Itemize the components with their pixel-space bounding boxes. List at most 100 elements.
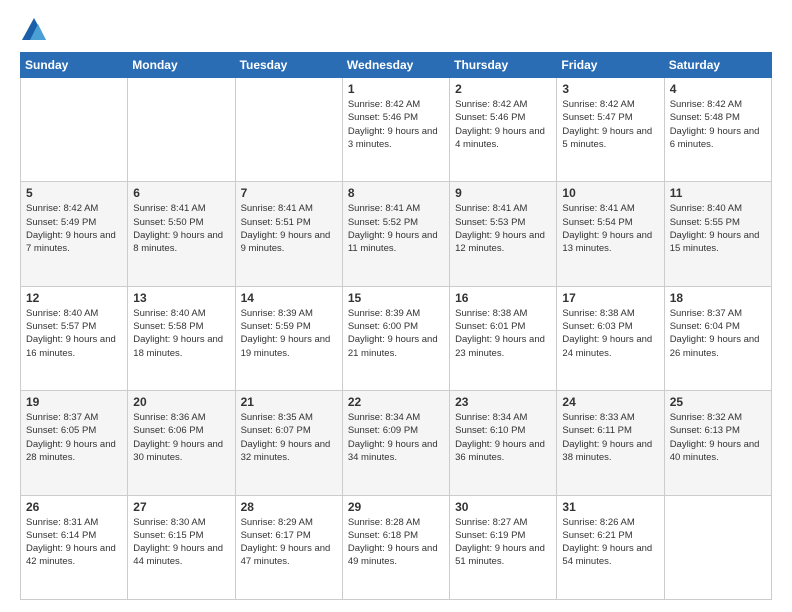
calendar-cell: 20 Sunrise: 8:36 AM Sunset: 6:06 PM Dayli… bbox=[128, 391, 235, 495]
day-number: 11 bbox=[670, 186, 766, 200]
cell-content: Sunrise: 8:41 AM Sunset: 5:50 PM Dayligh… bbox=[133, 202, 229, 255]
calendar-cell: 12 Sunrise: 8:40 AM Sunset: 5:57 PM Dayli… bbox=[21, 286, 128, 390]
cell-content: Sunrise: 8:41 AM Sunset: 5:53 PM Dayligh… bbox=[455, 202, 551, 255]
day-number: 5 bbox=[26, 186, 122, 200]
calendar-cell: 19 Sunrise: 8:37 AM Sunset: 6:05 PM Dayli… bbox=[21, 391, 128, 495]
cell-content: Sunrise: 8:30 AM Sunset: 6:15 PM Dayligh… bbox=[133, 516, 229, 569]
cell-content: Sunrise: 8:41 AM Sunset: 5:54 PM Dayligh… bbox=[562, 202, 658, 255]
day-number: 10 bbox=[562, 186, 658, 200]
calendar-cell: 28 Sunrise: 8:29 AM Sunset: 6:17 PM Dayli… bbox=[235, 495, 342, 599]
calendar-cell: 13 Sunrise: 8:40 AM Sunset: 5:58 PM Dayli… bbox=[128, 286, 235, 390]
cell-content: Sunrise: 8:28 AM Sunset: 6:18 PM Dayligh… bbox=[348, 516, 444, 569]
day-number: 16 bbox=[455, 291, 551, 305]
cell-content: Sunrise: 8:37 AM Sunset: 6:04 PM Dayligh… bbox=[670, 307, 766, 360]
day-number: 6 bbox=[133, 186, 229, 200]
logo-icon bbox=[20, 16, 48, 44]
calendar-week-row: 12 Sunrise: 8:40 AM Sunset: 5:57 PM Dayli… bbox=[21, 286, 772, 390]
cell-content: Sunrise: 8:41 AM Sunset: 5:51 PM Dayligh… bbox=[241, 202, 337, 255]
weekday-header-cell: Saturday bbox=[664, 53, 771, 78]
weekday-header-cell: Wednesday bbox=[342, 53, 449, 78]
day-number: 18 bbox=[670, 291, 766, 305]
cell-content: Sunrise: 8:40 AM Sunset: 5:58 PM Dayligh… bbox=[133, 307, 229, 360]
day-number: 12 bbox=[26, 291, 122, 305]
day-number: 31 bbox=[562, 500, 658, 514]
calendar-cell: 23Sunrise: 8:34 AM Sunset: 6:10 PM Dayli… bbox=[450, 391, 557, 495]
header bbox=[20, 16, 772, 44]
weekday-header-cell: Thursday bbox=[450, 53, 557, 78]
calendar-cell: 1 Sunrise: 8:42 AM Sunset: 5:46 PM Daylig… bbox=[342, 78, 449, 182]
day-number: 15 bbox=[348, 291, 444, 305]
cell-content: Sunrise: 8:33 AM Sunset: 6:11 PM Dayligh… bbox=[562, 411, 658, 464]
cell-content: Sunrise: 8:40 AM Sunset: 5:55 PM Dayligh… bbox=[670, 202, 766, 255]
day-number: 21 bbox=[241, 395, 337, 409]
day-number: 9 bbox=[455, 186, 551, 200]
day-number: 24 bbox=[562, 395, 658, 409]
day-number: 28 bbox=[241, 500, 337, 514]
calendar-cell: 10 Sunrise: 8:41 AM Sunset: 5:54 PM Dayli… bbox=[557, 182, 664, 286]
weekday-header-cell: Friday bbox=[557, 53, 664, 78]
calendar-cell: 25 Sunrise: 8:32 AM Sunset: 6:13 PM Dayli… bbox=[664, 391, 771, 495]
calendar-page: SundayMondayTuesdayWednesdayThursdayFrid… bbox=[0, 0, 792, 612]
calendar-cell: 9 Sunrise: 8:41 AM Sunset: 5:53 PM Daylig… bbox=[450, 182, 557, 286]
weekday-header-row: SundayMondayTuesdayWednesdayThursdayFrid… bbox=[21, 53, 772, 78]
day-number: 26 bbox=[26, 500, 122, 514]
logo bbox=[20, 16, 52, 44]
day-number: 1 bbox=[348, 82, 444, 96]
calendar-cell: 29Sunrise: 8:28 AM Sunset: 6:18 PM Dayli… bbox=[342, 495, 449, 599]
calendar-week-row: 5 Sunrise: 8:42 AM Sunset: 5:49 PM Daylig… bbox=[21, 182, 772, 286]
cell-content: Sunrise: 8:31 AM Sunset: 6:14 PM Dayligh… bbox=[26, 516, 122, 569]
weekday-header-cell: Sunday bbox=[21, 53, 128, 78]
calendar-cell: 30 Sunrise: 8:27 AM Sunset: 6:19 PM Dayli… bbox=[450, 495, 557, 599]
weekday-header-cell: Tuesday bbox=[235, 53, 342, 78]
day-number: 25 bbox=[670, 395, 766, 409]
calendar-cell: 11 Sunrise: 8:40 AM Sunset: 5:55 PM Dayli… bbox=[664, 182, 771, 286]
day-number: 17 bbox=[562, 291, 658, 305]
cell-content: Sunrise: 8:39 AM Sunset: 6:00 PM Dayligh… bbox=[348, 307, 444, 360]
cell-content: Sunrise: 8:29 AM Sunset: 6:17 PM Dayligh… bbox=[241, 516, 337, 569]
calendar-cell: 8 Sunrise: 8:41 AM Sunset: 5:52 PM Daylig… bbox=[342, 182, 449, 286]
cell-content: Sunrise: 8:42 AM Sunset: 5:49 PM Dayligh… bbox=[26, 202, 122, 255]
day-number: 14 bbox=[241, 291, 337, 305]
weekday-header-cell: Monday bbox=[128, 53, 235, 78]
day-number: 8 bbox=[348, 186, 444, 200]
cell-content: Sunrise: 8:40 AM Sunset: 5:57 PM Dayligh… bbox=[26, 307, 122, 360]
day-number: 30 bbox=[455, 500, 551, 514]
calendar-cell: 3Sunrise: 8:42 AM Sunset: 5:47 PM Daylig… bbox=[557, 78, 664, 182]
day-number: 13 bbox=[133, 291, 229, 305]
calendar-cell: 14 Sunrise: 8:39 AM Sunset: 5:59 PM Dayli… bbox=[235, 286, 342, 390]
cell-content: Sunrise: 8:27 AM Sunset: 6:19 PM Dayligh… bbox=[455, 516, 551, 569]
day-number: 27 bbox=[133, 500, 229, 514]
cell-content: Sunrise: 8:36 AM Sunset: 6:06 PM Dayligh… bbox=[133, 411, 229, 464]
calendar-cell: 17 Sunrise: 8:38 AM Sunset: 6:03 PM Dayli… bbox=[557, 286, 664, 390]
calendar-cell: 31Sunrise: 8:26 AM Sunset: 6:21 PM Dayli… bbox=[557, 495, 664, 599]
cell-content: Sunrise: 8:42 AM Sunset: 5:46 PM Dayligh… bbox=[348, 98, 444, 151]
day-number: 19 bbox=[26, 395, 122, 409]
calendar-cell: 18 Sunrise: 8:37 AM Sunset: 6:04 PM Dayli… bbox=[664, 286, 771, 390]
calendar-cell: 4Sunrise: 8:42 AM Sunset: 5:48 PM Daylig… bbox=[664, 78, 771, 182]
calendar-cell: 22Sunrise: 8:34 AM Sunset: 6:09 PM Dayli… bbox=[342, 391, 449, 495]
calendar-cell: 15 Sunrise: 8:39 AM Sunset: 6:00 PM Dayli… bbox=[342, 286, 449, 390]
cell-content: Sunrise: 8:34 AM Sunset: 6:10 PM Dayligh… bbox=[455, 411, 551, 464]
calendar-cell: 26 Sunrise: 8:31 AM Sunset: 6:14 PM Dayli… bbox=[21, 495, 128, 599]
calendar-week-row: 26 Sunrise: 8:31 AM Sunset: 6:14 PM Dayli… bbox=[21, 495, 772, 599]
cell-content: Sunrise: 8:35 AM Sunset: 6:07 PM Dayligh… bbox=[241, 411, 337, 464]
cell-content: Sunrise: 8:32 AM Sunset: 6:13 PM Dayligh… bbox=[670, 411, 766, 464]
calendar-body: 1 Sunrise: 8:42 AM Sunset: 5:46 PM Daylig… bbox=[21, 78, 772, 600]
cell-content: Sunrise: 8:39 AM Sunset: 5:59 PM Dayligh… bbox=[241, 307, 337, 360]
cell-content: Sunrise: 8:37 AM Sunset: 6:05 PM Dayligh… bbox=[26, 411, 122, 464]
calendar-cell: 5 Sunrise: 8:42 AM Sunset: 5:49 PM Daylig… bbox=[21, 182, 128, 286]
calendar-cell bbox=[235, 78, 342, 182]
calendar-cell: 24 Sunrise: 8:33 AM Sunset: 6:11 PM Dayli… bbox=[557, 391, 664, 495]
cell-content: Sunrise: 8:42 AM Sunset: 5:47 PM Dayligh… bbox=[562, 98, 658, 151]
cell-content: Sunrise: 8:38 AM Sunset: 6:03 PM Dayligh… bbox=[562, 307, 658, 360]
cell-content: Sunrise: 8:41 AM Sunset: 5:52 PM Dayligh… bbox=[348, 202, 444, 255]
calendar-cell: 16Sunrise: 8:38 AM Sunset: 6:01 PM Dayli… bbox=[450, 286, 557, 390]
calendar-table: SundayMondayTuesdayWednesdayThursdayFrid… bbox=[20, 52, 772, 600]
calendar-cell: 21 Sunrise: 8:35 AM Sunset: 6:07 PM Dayli… bbox=[235, 391, 342, 495]
day-number: 2 bbox=[455, 82, 551, 96]
cell-content: Sunrise: 8:34 AM Sunset: 6:09 PM Dayligh… bbox=[348, 411, 444, 464]
cell-content: Sunrise: 8:42 AM Sunset: 5:48 PM Dayligh… bbox=[670, 98, 766, 151]
calendar-cell: 6 Sunrise: 8:41 AM Sunset: 5:50 PM Daylig… bbox=[128, 182, 235, 286]
day-number: 20 bbox=[133, 395, 229, 409]
day-number: 7 bbox=[241, 186, 337, 200]
